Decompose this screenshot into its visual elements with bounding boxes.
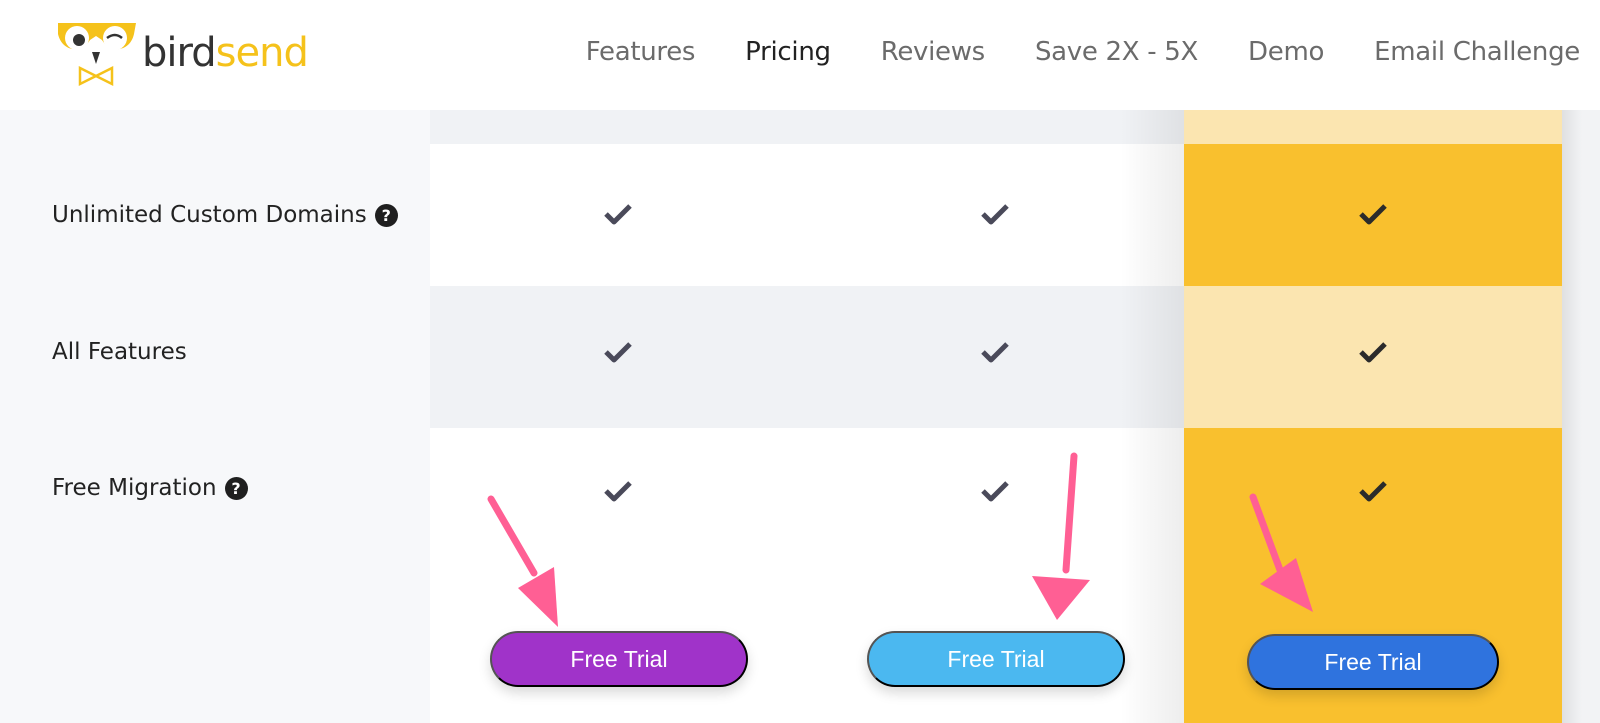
logo-wordmark: birdsend xyxy=(142,30,309,76)
birdsend-logo[interactable]: birdsend xyxy=(52,18,309,88)
table-row-custom-domains-bg xyxy=(430,144,1184,286)
free-trial-button-plan-3[interactable]: Free Trial xyxy=(1247,634,1499,690)
nav-item-demo[interactable]: Demo xyxy=(1248,32,1324,72)
check-icon xyxy=(981,204,1009,225)
main-nav: Features Pricing Reviews Save 2X - 5X De… xyxy=(536,32,1581,72)
table-band-top xyxy=(430,110,1184,144)
pink-arrow-annotation-2 xyxy=(1032,452,1090,620)
logo-word-bird: bird xyxy=(142,30,217,76)
nav-item-pricing[interactable]: Pricing xyxy=(745,32,831,72)
free-trial-button-plan-1[interactable]: Free Trial xyxy=(490,631,748,687)
logo-word-send: send xyxy=(215,30,309,76)
check-icon xyxy=(604,342,632,363)
pink-arrow-annotation-1 xyxy=(487,495,558,627)
nav-item-save[interactable]: Save 2X - 5X xyxy=(1035,32,1198,72)
pink-arrow-annotation-3 xyxy=(1249,493,1313,612)
site-header: birdsend Features Pricing Reviews Save 2… xyxy=(0,0,1600,110)
nav-item-reviews[interactable]: Reviews xyxy=(881,32,986,72)
nav-item-email-challenge[interactable]: Email Challenge xyxy=(1374,32,1580,72)
help-icon[interactable]: ? xyxy=(224,476,248,500)
check-icon xyxy=(604,481,632,502)
free-trial-button-plan-2[interactable]: Free Trial xyxy=(867,631,1125,687)
row-label-custom-domains: Unlimited Custom Domains ? xyxy=(52,202,398,228)
row-label-all-features: All Features xyxy=(52,339,187,365)
nav-item-features[interactable]: Features xyxy=(586,32,696,72)
highlight-column-top xyxy=(1184,110,1562,144)
column-shadow xyxy=(1120,110,1184,723)
pricing-comparison-table: Unlimited Custom Domains ? All Features … xyxy=(0,110,1600,723)
check-icon xyxy=(1359,481,1387,502)
check-icon xyxy=(981,342,1009,363)
check-icon xyxy=(1359,204,1387,225)
table-row-all-features-bg xyxy=(430,286,1184,428)
next-column-edge xyxy=(1562,110,1600,723)
owl-logo-icon xyxy=(58,23,136,87)
row-label-text: All Features xyxy=(52,339,187,365)
row-label-text: Free Migration xyxy=(52,475,217,501)
check-icon xyxy=(981,481,1009,502)
row-label-text: Unlimited Custom Domains xyxy=(52,202,367,228)
row-label-free-migration: Free Migration ? xyxy=(52,475,248,501)
check-icon xyxy=(604,204,632,225)
check-icon xyxy=(1359,342,1387,363)
help-icon[interactable]: ? xyxy=(374,203,398,227)
